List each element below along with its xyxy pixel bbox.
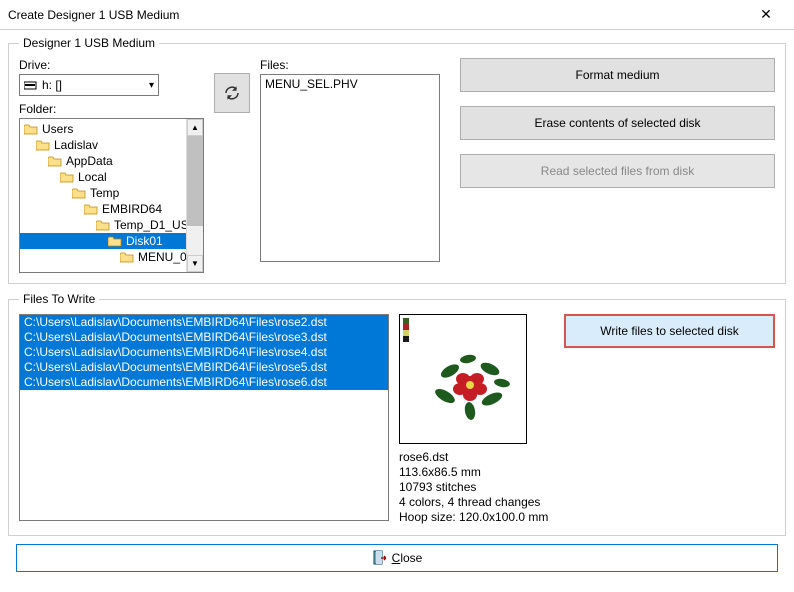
designer-group-title: Designer 1 USB Medium <box>19 36 159 50</box>
close-label: Close <box>392 551 423 565</box>
tree-item[interactable]: Users <box>20 121 203 137</box>
tree-item[interactable]: AppData <box>20 153 203 169</box>
titlebar: Create Designer 1 USB Medium ✕ <box>0 0 794 30</box>
scroll-up-icon[interactable]: ▲ <box>187 119 203 136</box>
tree-item-label: Disk01 <box>126 234 163 248</box>
folder-icon <box>72 188 86 199</box>
tree-item-label: Ladislav <box>54 138 98 152</box>
file-item[interactable]: MENU_SEL.PHV <box>265 77 435 91</box>
files-to-write-title: Files To Write <box>19 292 99 306</box>
color-swatch <box>403 336 409 342</box>
refresh-button[interactable] <box>214 73 250 113</box>
folder-icon <box>60 172 74 183</box>
window-close-button[interactable]: ✕ <box>746 6 786 23</box>
erase-contents-button[interactable]: Erase contents of selected disk <box>460 106 775 140</box>
window-title: Create Designer 1 USB Medium <box>8 8 746 22</box>
drive-select[interactable]: h: [] ▾ <box>19 74 159 96</box>
refresh-icon <box>223 84 241 102</box>
files-label: Files: <box>260 58 440 72</box>
folder-label: Folder: <box>19 102 204 116</box>
folder-icon <box>96 220 110 231</box>
tree-item-label: Users <box>42 122 73 136</box>
tree-item-label: EMBIRD64 <box>102 202 162 216</box>
format-medium-button[interactable]: Format medium <box>460 58 775 92</box>
tree-item[interactable]: Disk01 <box>20 233 203 249</box>
tree-item[interactable]: Temp_D1_USB <box>20 217 203 233</box>
list-item[interactable]: C:\Users\Ladislav\Documents\EMBIRD64\Fil… <box>20 360 388 375</box>
flower-image <box>430 351 510 421</box>
close-button[interactable]: Close <box>16 544 778 572</box>
chevron-down-icon: ▾ <box>149 80 154 91</box>
tree-item[interactable]: Temp <box>20 185 203 201</box>
list-item[interactable]: C:\Users\Ladislav\Documents\EMBIRD64\Fil… <box>20 315 388 330</box>
write-file-list[interactable]: C:\Users\Ladislav\Documents\EMBIRD64\Fil… <box>19 314 389 521</box>
preview-hoop: Hoop size: 120.0x100.0 mm <box>399 510 554 525</box>
folder-icon <box>24 124 38 135</box>
door-icon <box>372 550 386 566</box>
tree-item-label: AppData <box>66 154 113 168</box>
write-files-button[interactable]: Write files to selected disk <box>564 314 775 348</box>
list-item[interactable]: C:\Users\Ladislav\Documents\EMBIRD64\Fil… <box>20 345 388 360</box>
read-files-button: Read selected files from disk <box>460 154 775 188</box>
folder-icon <box>108 236 122 247</box>
scroll-down-icon[interactable]: ▼ <box>187 255 203 272</box>
scroll-thumb[interactable] <box>187 136 203 226</box>
preview-stitches: 10793 stitches <box>399 480 554 495</box>
write-files-label: Write files to selected disk <box>600 324 739 338</box>
preview-filename: rose6.dst <box>399 450 554 465</box>
tree-item[interactable]: Ladislav <box>20 137 203 153</box>
read-files-label: Read selected files from disk <box>541 164 694 178</box>
preview-thumbnail <box>399 314 527 444</box>
preview-size: 113.6x86.5 mm <box>399 465 554 480</box>
drive-icon <box>24 80 38 90</box>
folder-icon <box>120 252 134 263</box>
tree-scrollbar[interactable]: ▲ ▼ <box>186 119 203 272</box>
tree-item-label: Temp <box>90 186 119 200</box>
folder-tree[interactable]: Users Ladislav AppData Local Temp EMBIRD64 Tem… <box>19 118 204 273</box>
designer-group: Designer 1 USB Medium Drive: h: [] ▾ Fol… <box>8 36 786 284</box>
drive-label: Drive: <box>19 58 159 72</box>
erase-contents-label: Erase contents of selected disk <box>534 116 700 130</box>
list-item[interactable]: C:\Users\Ladislav\Documents\EMBIRD64\Fil… <box>20 375 388 390</box>
files-listbox[interactable]: MENU_SEL.PHV <box>260 74 440 262</box>
tree-item[interactable]: EMBIRD64 <box>20 201 203 217</box>
tree-item[interactable]: MENU_01 <box>20 249 203 265</box>
preview-colors: 4 colors, 4 thread changes <box>399 495 554 510</box>
list-item[interactable]: C:\Users\Ladislav\Documents\EMBIRD64\Fil… <box>20 330 388 345</box>
format-medium-label: Format medium <box>575 68 659 82</box>
drive-value: h: [] <box>42 78 62 92</box>
tree-item[interactable]: Local <box>20 169 203 185</box>
folder-icon <box>48 156 62 167</box>
tree-item-label: Local <box>78 170 107 184</box>
files-to-write-group: Files To Write C:\Users\Ladislav\Documen… <box>8 292 786 536</box>
tree-item-label: Temp_D1_USB <box>114 218 197 232</box>
folder-icon <box>84 204 98 215</box>
folder-icon <box>36 140 50 151</box>
